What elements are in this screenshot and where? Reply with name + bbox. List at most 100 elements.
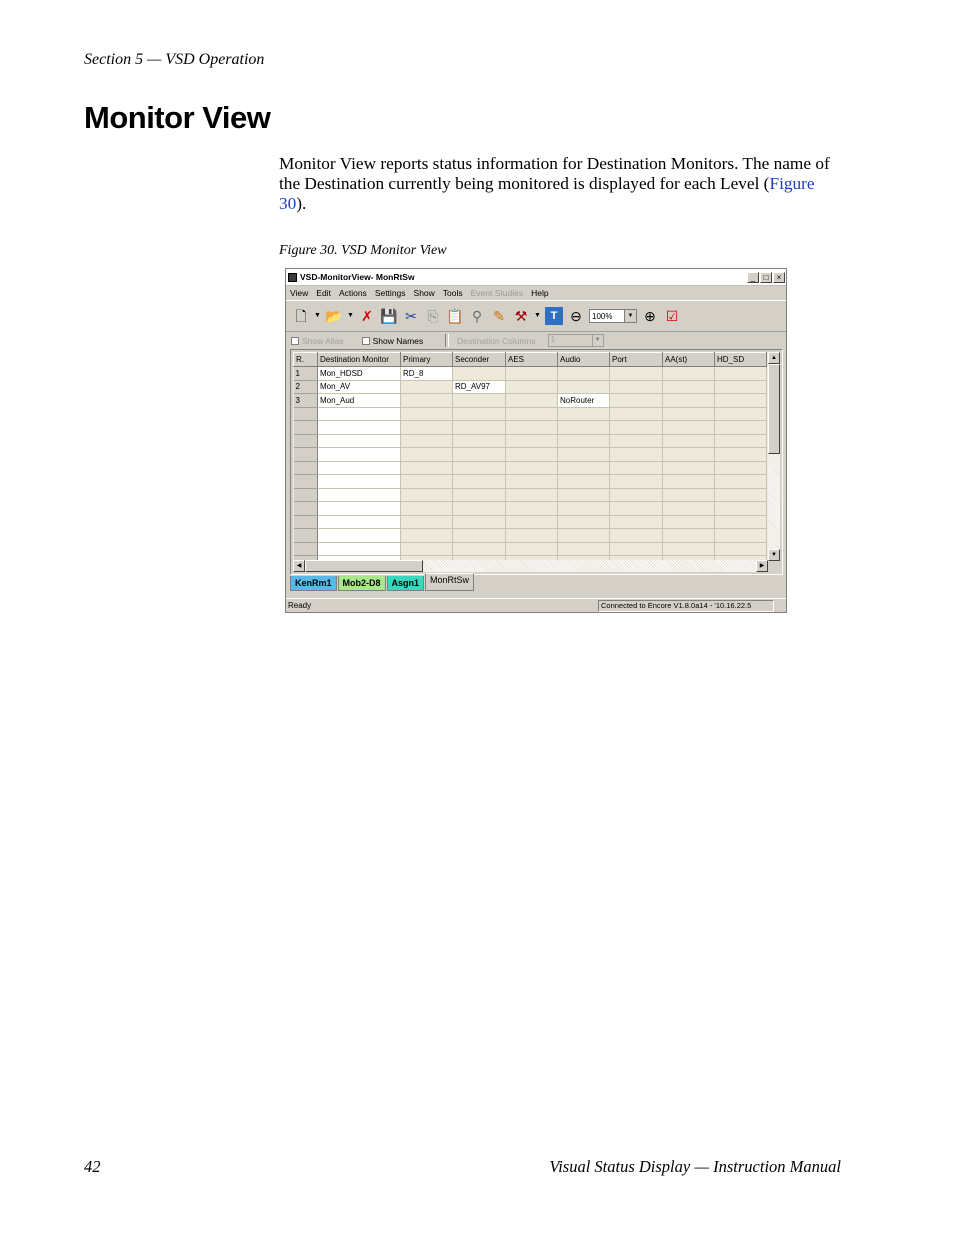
empty-cell[interactable]: [452, 528, 506, 543]
level-cell[interactable]: [557, 366, 610, 381]
zoom-out-icon[interactable]: ⊖: [567, 307, 585, 325]
empty-cell[interactable]: [609, 420, 663, 435]
empty-cell[interactable]: [662, 461, 715, 475]
empty-cell[interactable]: [505, 434, 558, 448]
empty-cell[interactable]: [714, 474, 767, 489]
level-cell[interactable]: [505, 366, 558, 381]
empty-cell[interactable]: [400, 434, 453, 448]
level-cell[interactable]: [609, 380, 663, 394]
table-row[interactable]: [293, 474, 767, 489]
table-row[interactable]: [293, 542, 767, 556]
empty-cell[interactable]: [662, 501, 715, 516]
scroll-up-icon[interactable]: ▲: [768, 352, 780, 364]
empty-cell[interactable]: [557, 474, 610, 489]
menu-item-view[interactable]: View: [290, 288, 308, 298]
new-file-icon[interactable]: 🗋: [292, 307, 310, 325]
tab-asgn1[interactable]: Asgn1: [386, 576, 425, 591]
level-cell[interactable]: [662, 393, 715, 408]
dropdown-arrow-icon[interactable]: ▼: [347, 307, 354, 325]
level-cell[interactable]: [714, 393, 767, 408]
empty-cell[interactable]: [505, 542, 558, 556]
empty-cell[interactable]: [662, 528, 715, 543]
scroll-right-icon[interactable]: ▶: [756, 560, 768, 572]
empty-cell[interactable]: [505, 488, 558, 502]
empty-cell[interactable]: [317, 420, 401, 435]
show-names-option[interactable]: Show Names: [361, 336, 423, 346]
table-row[interactable]: 1 Mon_HDSD RD_8: [293, 366, 767, 381]
menu-item-tools[interactable]: Tools: [443, 288, 463, 298]
level-cell[interactable]: [662, 366, 715, 381]
find-icon[interactable]: ⚲: [468, 307, 486, 325]
vertical-scrollbar[interactable]: ▲ ▼: [768, 352, 780, 561]
tools-icon[interactable]: ⚒: [512, 307, 530, 325]
empty-cell[interactable]: [609, 515, 663, 529]
column-header[interactable]: Port: [609, 352, 663, 367]
menu-item-event-studies[interactable]: Event Studies: [471, 288, 523, 298]
column-header[interactable]: Audio: [557, 352, 610, 367]
empty-cell[interactable]: [505, 474, 558, 489]
empty-cell[interactable]: [317, 447, 401, 462]
empty-cell[interactable]: [714, 528, 767, 543]
zoom-in-icon[interactable]: ⊕: [641, 307, 659, 325]
table-row[interactable]: [293, 434, 767, 448]
zoom-select[interactable]: 100% ▼: [589, 309, 637, 323]
column-header[interactable]: Primary: [400, 352, 453, 367]
empty-cell[interactable]: [452, 542, 506, 556]
tab-monrtsw[interactable]: MonRtSw: [425, 573, 475, 591]
destination-monitor-cell[interactable]: Mon_AV: [317, 380, 401, 394]
empty-cell[interactable]: [452, 515, 506, 529]
empty-cell[interactable]: [317, 528, 401, 543]
table-row[interactable]: [293, 515, 767, 529]
table-row[interactable]: [293, 447, 767, 462]
menu-item-settings[interactable]: Settings: [375, 288, 406, 298]
empty-cell[interactable]: [400, 474, 453, 489]
empty-cell[interactable]: [662, 515, 715, 529]
empty-cell[interactable]: [505, 447, 558, 462]
empty-cell[interactable]: [662, 488, 715, 502]
text-icon[interactable]: T: [545, 307, 563, 325]
empty-cell[interactable]: [317, 488, 401, 502]
empty-cell[interactable]: [400, 542, 453, 556]
empty-cell[interactable]: [557, 488, 610, 502]
empty-cell[interactable]: [714, 515, 767, 529]
column-header[interactable]: Destination Monitor: [317, 352, 401, 367]
chevron-down-icon[interactable]: ▼: [624, 310, 636, 322]
empty-cell[interactable]: [400, 501, 453, 516]
destination-monitor-cell[interactable]: Mon_Aud: [317, 393, 401, 408]
menu-item-actions[interactable]: Actions: [339, 288, 367, 298]
empty-cell[interactable]: [557, 434, 610, 448]
empty-cell[interactable]: [662, 474, 715, 489]
copy-icon[interactable]: ⎘: [424, 307, 442, 325]
level-cell[interactable]: [505, 393, 558, 408]
table-row[interactable]: 2 Mon_AV RD_AV97: [293, 380, 767, 394]
empty-cell[interactable]: [557, 420, 610, 435]
level-cell[interactable]: RD_8: [400, 366, 453, 381]
empty-cell[interactable]: [714, 407, 767, 421]
empty-cell[interactable]: [505, 528, 558, 543]
level-cell[interactable]: NoRouter: [557, 393, 610, 408]
empty-cell[interactable]: [557, 461, 610, 475]
scroll-down-icon[interactable]: ▼: [768, 549, 780, 561]
empty-cell[interactable]: [714, 420, 767, 435]
empty-cell[interactable]: [609, 447, 663, 462]
level-cell[interactable]: [452, 366, 506, 381]
empty-cell[interactable]: [557, 501, 610, 516]
edit-icon[interactable]: ✎: [490, 307, 508, 325]
show-alias-option[interactable]: Show Alias: [291, 336, 344, 346]
empty-cell[interactable]: [452, 447, 506, 462]
column-header[interactable]: R.: [293, 352, 318, 367]
empty-cell[interactable]: [714, 461, 767, 475]
empty-cell[interactable]: [452, 407, 506, 421]
level-cell[interactable]: [609, 393, 663, 408]
empty-cell[interactable]: [714, 434, 767, 448]
empty-cell[interactable]: [452, 474, 506, 489]
level-cell[interactable]: [400, 393, 453, 408]
table-row[interactable]: [293, 488, 767, 502]
empty-cell[interactable]: [662, 447, 715, 462]
destination-columns-select[interactable]: 1 ▼: [547, 334, 604, 347]
empty-cell[interactable]: [317, 407, 401, 421]
show-alias-checkbox[interactable]: [291, 336, 299, 345]
horizontal-scrollbar[interactable]: ◀ ▶: [293, 560, 768, 572]
column-header[interactable]: AES: [505, 352, 558, 367]
empty-cell[interactable]: [400, 447, 453, 462]
